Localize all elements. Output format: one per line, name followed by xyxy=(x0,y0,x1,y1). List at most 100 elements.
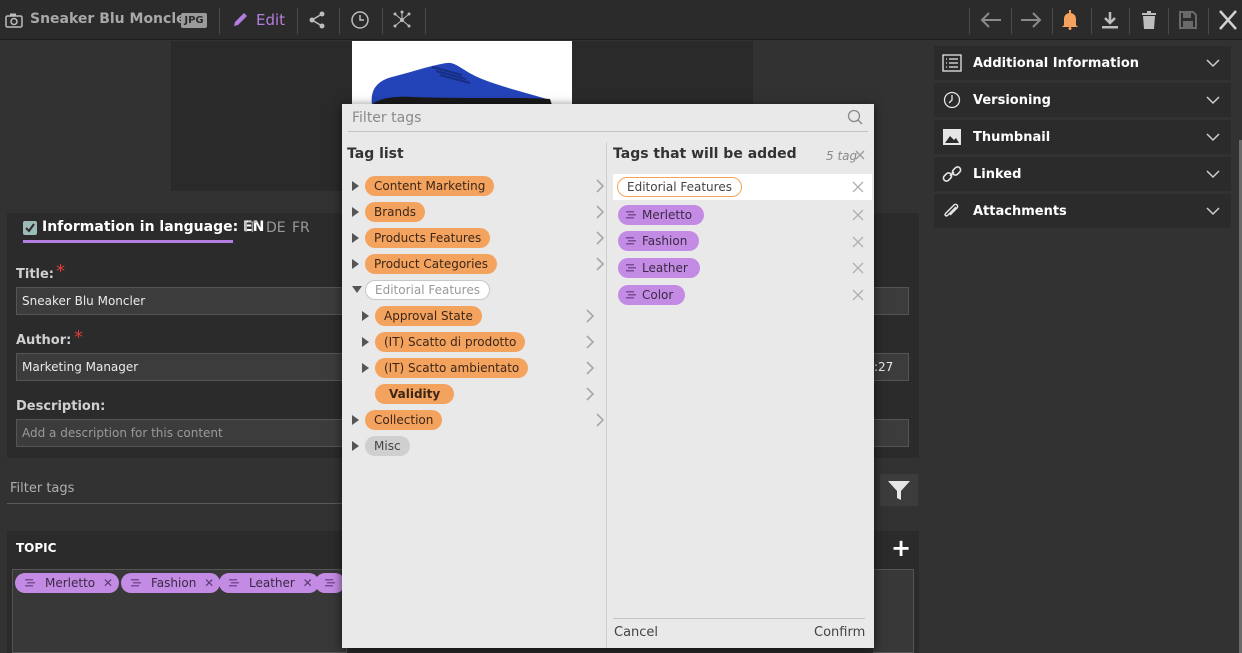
tag-filter-input[interactable]: Filter tags xyxy=(10,481,74,496)
tag-tree-row[interactable]: Validity xyxy=(362,384,607,404)
chevron-right-icon[interactable] xyxy=(595,205,605,219)
remove-tag-icon[interactable] xyxy=(852,289,864,301)
tag-pill[interactable]: Validity xyxy=(375,384,455,404)
topic-tag-chip[interactable] xyxy=(315,573,345,593)
product-image xyxy=(352,41,572,105)
date-field-fragment[interactable]: :27 xyxy=(873,353,909,381)
description-field[interactable]: Add a description for this content xyxy=(16,419,346,447)
modal-filter-input[interactable]: Filter tags xyxy=(352,110,421,126)
cancel-button[interactable]: Cancel xyxy=(614,625,658,640)
topic-tag-label: Fashion xyxy=(151,576,197,590)
tag-tree-row[interactable]: Editorial Features xyxy=(352,280,607,300)
collapse-arrow-icon[interactable] xyxy=(352,286,362,293)
tag-tree-row[interactable]: Products Features xyxy=(352,228,607,248)
tag-pill[interactable]: Content Marketing xyxy=(365,176,495,196)
language-checkbox[interactable] xyxy=(23,221,37,235)
chevron-right-icon[interactable] xyxy=(585,309,595,323)
selected-category-pill[interactable]: Editorial Features xyxy=(617,177,742,197)
tag-pill[interactable]: (IT) Scatto ambientato xyxy=(375,358,529,378)
remove-tag-icon[interactable] xyxy=(852,236,864,248)
tag-tree-row[interactable]: Product Categories xyxy=(352,254,607,274)
footer-divider xyxy=(613,618,865,619)
topic-tag-chip[interactable]: Leather ✕ xyxy=(219,573,319,593)
tag-pill[interactable]: Collection xyxy=(365,410,443,430)
edit-button[interactable]: Edit xyxy=(232,10,285,29)
chevron-right-icon[interactable] xyxy=(595,257,605,271)
expand-arrow-icon[interactable] xyxy=(362,311,369,321)
filter-button[interactable] xyxy=(880,474,918,506)
network-icon[interactable] xyxy=(392,10,412,30)
toolbar-divider xyxy=(297,8,298,34)
trash-icon[interactable] xyxy=(1139,10,1159,30)
topic-label: TOPIC xyxy=(16,541,57,555)
topic-tag-chip[interactable]: Merletto ✕ xyxy=(15,573,120,593)
expand-arrow-icon[interactable] xyxy=(352,181,359,191)
add-tag-button[interactable]: + xyxy=(891,536,911,560)
tab-language-de[interactable]: DE xyxy=(266,220,286,236)
tab-language-it[interactable]: IT xyxy=(244,220,257,236)
expand-arrow-icon[interactable] xyxy=(352,207,359,217)
accordion-additional-information[interactable]: Additional Information xyxy=(934,46,1231,80)
accordion-label: Attachments xyxy=(973,204,1067,219)
accordion-thumbnail[interactable]: Thumbnail xyxy=(934,120,1231,154)
chevron-right-icon[interactable] xyxy=(585,335,595,349)
download-icon[interactable] xyxy=(1100,10,1120,30)
selected-tag-row[interactable]: Editorial Features xyxy=(613,174,872,200)
tag-pill[interactable]: Brands xyxy=(365,202,425,222)
tag-pill[interactable]: (IT) Scatto di prodotto xyxy=(375,332,526,352)
expand-arrow-icon[interactable] xyxy=(352,415,359,425)
remove-tag-icon[interactable] xyxy=(852,262,864,274)
chevron-right-icon[interactable] xyxy=(585,361,595,375)
clear-all-icon[interactable] xyxy=(855,150,865,160)
tag-pill[interactable]: Products Features xyxy=(365,228,491,248)
tag-tree-row[interactable]: Collection xyxy=(352,410,607,430)
tag-pill[interactable]: Approval State xyxy=(375,306,482,326)
selected-tag-chip[interactable]: Fashion xyxy=(618,231,700,251)
selected-tag-chip[interactable]: Color xyxy=(618,285,686,305)
tag-tree-row[interactable]: (IT) Scatto di prodotto xyxy=(362,332,607,352)
expand-arrow-icon[interactable] xyxy=(362,337,369,347)
remove-tag-icon[interactable]: ✕ xyxy=(303,576,313,590)
search-icon[interactable] xyxy=(847,109,863,125)
bell-icon[interactable] xyxy=(1060,10,1080,30)
save-icon[interactable] xyxy=(1178,10,1198,30)
accordion-label: Versioning xyxy=(973,93,1051,108)
tag-tree-row[interactable]: Approval State xyxy=(362,306,607,326)
close-icon[interactable] xyxy=(1217,10,1239,30)
chevron-right-icon[interactable] xyxy=(595,231,605,245)
tab-language-fr[interactable]: FR xyxy=(292,220,310,236)
chevron-right-icon[interactable] xyxy=(585,387,595,401)
tag-tree-row[interactable]: (IT) Scatto ambientato xyxy=(362,358,607,378)
title-field-right[interactable] xyxy=(873,287,909,315)
expand-arrow-icon[interactable] xyxy=(362,363,369,373)
history-icon[interactable] xyxy=(350,10,370,30)
selected-tag-chip[interactable]: Merletto xyxy=(618,205,705,225)
confirm-button[interactable]: Confirm xyxy=(814,625,865,640)
accordion-linked[interactable]: Linked xyxy=(934,157,1231,191)
tag-tree-row[interactable]: Brands xyxy=(352,202,607,222)
arrow-right-icon[interactable] xyxy=(1019,10,1043,30)
share-icon[interactable] xyxy=(307,10,327,30)
author-field[interactable]: Marketing Manager xyxy=(16,353,346,381)
tag-tree-row[interactable]: Content Marketing xyxy=(352,176,607,196)
expand-arrow-icon[interactable] xyxy=(352,441,359,451)
remove-tag-icon[interactable] xyxy=(852,209,864,221)
topic-tag-chip[interactable]: Fashion ✕ xyxy=(121,573,221,593)
remove-tag-icon[interactable] xyxy=(852,181,864,193)
title-field[interactable]: Sneaker Blu Moncler xyxy=(16,287,346,315)
expand-arrow-icon[interactable] xyxy=(352,259,359,269)
expand-arrow-icon[interactable] xyxy=(352,233,359,243)
chevron-right-icon[interactable] xyxy=(595,179,605,193)
description-field-right[interactable] xyxy=(873,419,909,447)
tag-tree-row[interactable]: Misc xyxy=(352,436,607,456)
remove-tag-icon[interactable]: ✕ xyxy=(103,576,113,590)
remove-tag-icon[interactable]: ✕ xyxy=(204,576,214,590)
tag-pill[interactable]: Misc xyxy=(365,436,410,456)
accordion-attachments[interactable]: Attachments xyxy=(934,194,1231,228)
tag-pill[interactable]: Product Categories xyxy=(365,254,498,274)
tag-pill[interactable]: Editorial Features xyxy=(365,280,490,300)
selected-tag-chip[interactable]: Leather xyxy=(618,258,700,278)
accordion-versioning[interactable]: Versioning xyxy=(934,83,1231,117)
chevron-right-icon[interactable] xyxy=(595,413,605,427)
arrow-left-icon[interactable] xyxy=(979,10,1003,30)
